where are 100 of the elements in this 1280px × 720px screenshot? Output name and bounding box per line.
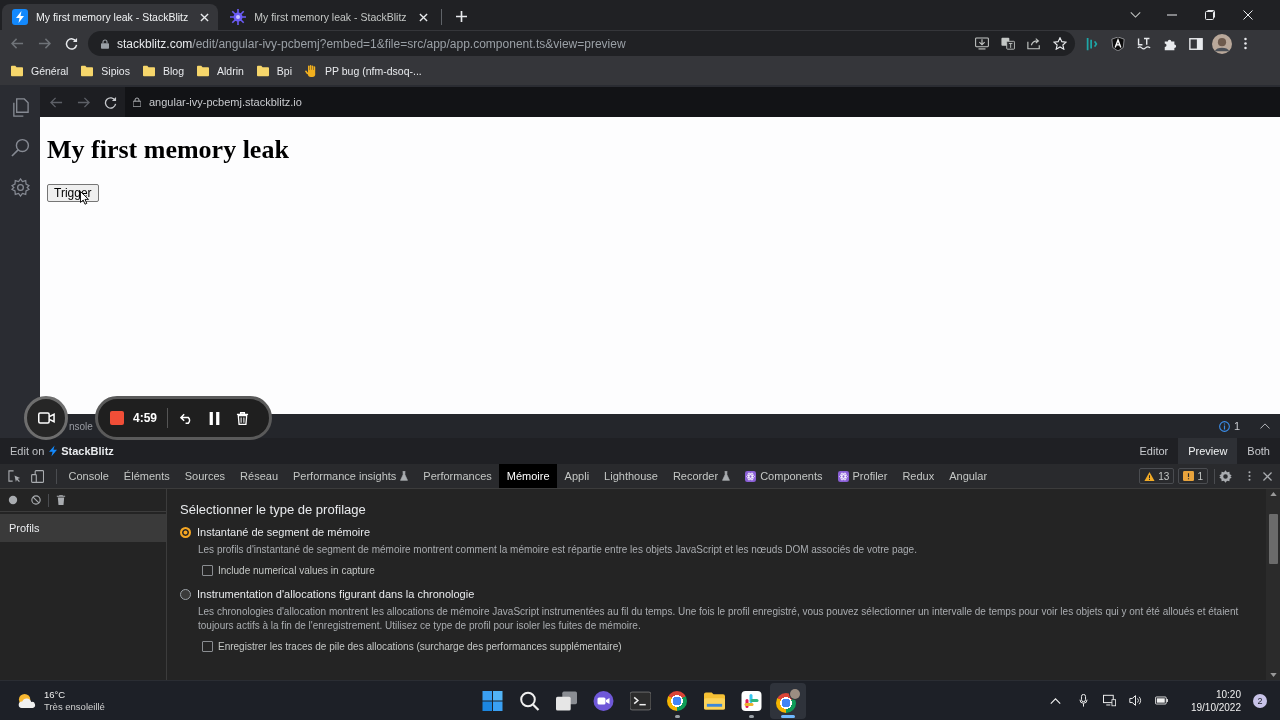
- browser-tab[interactable]: My first memory leak - StackBlitz: [2, 4, 219, 30]
- devtools-tab[interactable]: Mémoire: [499, 464, 558, 488]
- more-menu-icon[interactable]: [1244, 37, 1247, 50]
- terminal-icon: [629, 690, 651, 711]
- scroll-down-icon[interactable]: [1269, 673, 1277, 677]
- files-icon[interactable]: [10, 98, 30, 117]
- profile-type-radio[interactable]: Instrumentation d'allocations figurant dans la chronologie: [180, 588, 475, 600]
- bookmark[interactable]: Sipios: [76, 62, 137, 80]
- battery-icon[interactable]: [1154, 694, 1168, 707]
- profile-avatar-icon[interactable]: [1212, 33, 1232, 54]
- device-toolbar-icon[interactable]: [31, 469, 44, 483]
- console-label[interactable]: nsole: [69, 420, 93, 432]
- view-mode-tab[interactable]: Editor: [1129, 438, 1179, 464]
- stackblitz-link[interactable]: StackBlitz: [49, 445, 114, 457]
- folder-icon: [703, 690, 725, 711]
- profile-type-radio[interactable]: Instantané de segment de mémoire: [180, 526, 371, 538]
- pause-icon[interactable]: [208, 411, 222, 425]
- scroll-up-icon[interactable]: [1269, 492, 1277, 496]
- devtools-tab[interactable]: Sources: [177, 464, 233, 488]
- record-icon[interactable]: [8, 495, 18, 505]
- view-mode-tab[interactable]: Preview: [1178, 438, 1238, 464]
- back-arrow-icon[interactable]: [11, 37, 24, 50]
- back-arrow-icon[interactable]: [50, 95, 63, 109]
- folder-icon: [11, 65, 23, 77]
- speaker-icon[interactable]: [1128, 694, 1142, 707]
- address-bar[interactable]: stackblitz.com/edit/angular-ivy-pcbemj?embed=1&file=src/app/app.component.ts&view=preview: [88, 31, 1075, 56]
- devtools-tab[interactable]: Lighthouse: [596, 464, 666, 488]
- warnings-button[interactable]: 13: [1139, 468, 1175, 484]
- devtools-tab[interactable]: Angular: [941, 464, 995, 488]
- bookmark[interactable]: Aldrin: [192, 62, 251, 80]
- star-icon[interactable]: [1053, 37, 1067, 50]
- share-icon[interactable]: [1027, 37, 1041, 50]
- issues-button[interactable]: 1: [1178, 468, 1208, 484]
- overlapping-windows-icon: [555, 690, 577, 711]
- option-checkbox[interactable]: Enregistrer les traces de pile des allocations (surcharge des performances supplémentaire): [202, 641, 622, 652]
- extension-icon[interactable]: [1085, 36, 1099, 51]
- preview-address-field[interactable]: angular-ivy-pcbemj.stackblitz.io: [125, 87, 1280, 117]
- bookmark[interactable]: Bpi: [251, 62, 300, 80]
- new-tab-icon[interactable]: [455, 11, 467, 22]
- settings-icon[interactable]: [1219, 469, 1232, 483]
- chrome-icon: [667, 690, 687, 711]
- sun-cloud-icon[interactable]: [16, 692, 37, 709]
- translate-icon[interactable]: [1001, 37, 1015, 50]
- devtools-tab[interactable]: Appli: [557, 464, 597, 488]
- devtools-tab[interactable]: Performances: [415, 464, 500, 488]
- trash-icon[interactable]: [56, 495, 66, 505]
- chevron-up-icon[interactable]: [1260, 423, 1270, 429]
- chevron-down-icon[interactable]: [1130, 12, 1141, 18]
- video-camera-icon: [37, 412, 55, 424]
- temperature-text: 16°C: [44, 688, 67, 701]
- flask-icon: [400, 471, 409, 481]
- clear-icon[interactable]: [31, 495, 41, 505]
- inspect-icon[interactable]: [8, 469, 21, 483]
- folder-icon: [81, 65, 94, 77]
- page-heading: My first memory leak: [47, 135, 290, 165]
- scrollbar-thumb[interactable]: [1268, 514, 1278, 564]
- hand-icon: [305, 65, 318, 77]
- more-menu-icon[interactable]: [1248, 470, 1251, 482]
- notification-count-badge[interactable]: 2: [1253, 693, 1267, 708]
- trash-icon[interactable]: [236, 411, 250, 425]
- devtools-tab[interactable]: Réseau: [232, 464, 286, 488]
- folder-icon: [197, 65, 209, 77]
- devtools-tab[interactable]: Components: [737, 464, 831, 488]
- devtools-tab[interactable]: Redux: [894, 464, 942, 488]
- restore-icon[interactable]: [1205, 10, 1215, 20]
- devtools-tab[interactable]: Éléments: [116, 464, 178, 488]
- devtools-tab[interactable]: Performance insights: [285, 464, 416, 488]
- microphone-icon[interactable]: [1076, 694, 1090, 707]
- recording-timer: 4:59: [133, 411, 158, 425]
- devtools-tab[interactable]: Recorder: [665, 464, 738, 488]
- forward-arrow-icon[interactable]: [38, 37, 51, 50]
- reload-icon[interactable]: [104, 95, 117, 109]
- option-description: Les chronologies d'allocation montrent les allocations de mémoire JavaScript instrumentées au fil du temps. Une fois le profil enregistré, vous pouvez sélectionner un intervalle de temps pour voir les objets qui y ont été alloués et étaient toujours actifs à la fin de l'enregistrement. Utilisez ce type de profil pour isoler les fuites de mémoire.: [198, 605, 1240, 633]
- monitor-icon[interactable]: [1102, 694, 1116, 707]
- bookmark[interactable]: PP bug (nfm-dsoq-...: [300, 62, 429, 80]
- view-mode-tab[interactable]: Both: [1237, 438, 1280, 464]
- devtools-tab[interactable]: Console: [61, 464, 117, 488]
- sidebar-item[interactable]: Profils: [0, 514, 166, 542]
- forward-arrow-icon[interactable]: [77, 95, 90, 109]
- scrollbar[interactable]: [1266, 489, 1280, 680]
- side-panel-icon[interactable]: [1189, 36, 1203, 51]
- lock-icon: [133, 97, 141, 107]
- info-icon: [1218, 420, 1230, 432]
- browser-tab[interactable]: My first memory leak - StackBlitz: [220, 4, 437, 30]
- taskbar-app[interactable]: [770, 682, 806, 719]
- warning-icon: [1144, 470, 1156, 482]
- weather-condition-text: Très ensoleillé: [44, 700, 105, 713]
- bookmark[interactable]: Blog: [137, 62, 191, 80]
- option-checkbox[interactable]: Include numerical values in capture: [202, 565, 375, 576]
- issue-icon: [1183, 470, 1195, 482]
- clock[interactable]: 10:20 19/10/2022: [1190, 687, 1241, 714]
- devtools-tab[interactable]: Profiler: [830, 464, 895, 488]
- close-icon[interactable]: [1263, 471, 1272, 481]
- info-count-button[interactable]: 1: [1214, 420, 1244, 432]
- search-icon[interactable]: [10, 138, 30, 157]
- install-icon[interactable]: [975, 37, 989, 50]
- settings-icon[interactable]: [10, 178, 30, 197]
- lt-wave-icon[interactable]: [1137, 36, 1151, 51]
- letter-a-icon[interactable]: [1111, 36, 1125, 51]
- bookmark[interactable]: Général: [6, 62, 76, 80]
